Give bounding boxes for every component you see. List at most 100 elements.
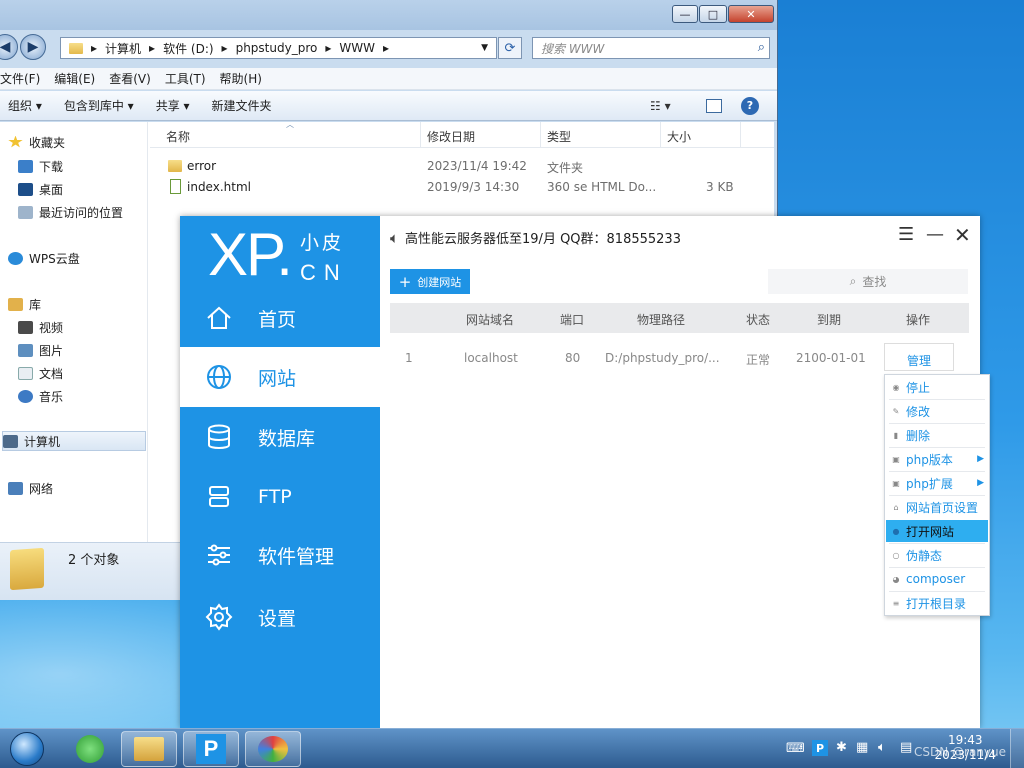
nav-computer[interactable]: 计算机 <box>2 431 146 451</box>
menu-item-composer[interactable]: ◕ composer <box>886 568 988 590</box>
preview-pane-icon[interactable] <box>706 98 722 113</box>
row-expire: 2100-01-01 <box>796 351 866 365</box>
explorer-titlebar: — □ ✕ <box>0 0 777 30</box>
dropdown-arrow-icon[interactable]: ▼ <box>481 43 488 53</box>
row-port: 80 <box>565 351 581 365</box>
search-input[interactable]: 搜索 WWW ⌕ <box>532 37 770 59</box>
menu-view[interactable]: 查看(V) <box>109 70 151 87</box>
phpstudy-tray-icon[interactable]: P <box>812 740 828 756</box>
breadcrumb-computer[interactable]: 计算机 <box>105 40 141 57</box>
menu-file[interactable]: 文件(F) <box>0 70 40 87</box>
sidebar-item-software[interactable]: 软件管理 <box>180 525 380 585</box>
file-row-index[interactable]: index.html 2019/9/3 14:30 360 se HTML Do… <box>150 178 750 198</box>
breadcrumb-phpstudy[interactable]: phpstudy_pro <box>236 41 318 55</box>
sidebar-item-website[interactable]: 网站 <box>180 347 380 407</box>
close-icon[interactable]: ✕ <box>954 225 971 245</box>
back-button[interactable]: ◀ <box>0 34 18 60</box>
nav-libraries[interactable]: 库 <box>8 294 41 314</box>
desktop-icon <box>18 182 33 196</box>
nav-downloads[interactable]: 下载 <box>18 156 63 176</box>
menu-edit[interactable]: 编辑(E) <box>54 70 95 87</box>
refresh-icon[interactable]: ⟳ <box>498 37 522 59</box>
menu-tools[interactable]: 工具(T) <box>165 70 206 87</box>
taskbar-app-browser[interactable] <box>62 731 118 767</box>
notice-banner[interactable]: 🔈︎ 高性能云服务器低至19/月 QQ群：818555233 <box>390 228 681 248</box>
bluetooth-icon[interactable]: ✱ <box>836 740 847 755</box>
menu-help[interactable]: 帮助(H) <box>220 70 262 87</box>
nav-music[interactable]: 音乐 <box>18 386 63 406</box>
item-count: 2 个对象 <box>68 553 120 568</box>
table-row[interactable]: 1 localhost 80 D:/phpstudy_pro/... 正常 21… <box>390 343 969 375</box>
menu-item-homepage-settings[interactable]: ⌂ 网站首页设置 <box>886 496 988 518</box>
menu-item-php-version[interactable]: ▣ php版本 ▶ <box>886 448 988 470</box>
nav-documents[interactable]: 文档 <box>18 363 63 383</box>
file-date: 2019/9/3 14:30 <box>427 180 520 194</box>
sidebar-item-database[interactable]: 数据库 <box>180 407 380 467</box>
site-table-header: 网站域名 端口 物理路径 状态 到期 操作 <box>390 303 969 333</box>
share-button[interactable]: 共享 ▾ <box>148 97 198 114</box>
nav-pictures[interactable]: 图片 <box>18 340 63 360</box>
maximize-button[interactable]: □ <box>699 5 727 23</box>
breadcrumb-drive[interactable]: 软件 (D:) <box>163 40 213 57</box>
navigation-pane: 收藏夹 下载 桌面 最近访问的位置 WPS云盘 库 视频 图片 文档 音乐 计算… <box>0 122 148 542</box>
th-path: 物理路径 <box>637 313 686 327</box>
col-date[interactable]: 修改日期 <box>427 128 475 145</box>
database-icon <box>180 423 258 451</box>
view-options-icon[interactable]: ☷ ▾ <box>650 99 671 113</box>
file-name: index.html <box>187 180 251 194</box>
nav-wps[interactable]: WPS云盘 <box>8 248 80 268</box>
sort-arrow-icon: ︿ <box>286 120 294 129</box>
show-desktop-button[interactable] <box>1010 729 1024 768</box>
menu-icon[interactable]: ☰ <box>898 226 914 244</box>
folder-icon <box>168 160 182 172</box>
browser-icon <box>76 735 104 763</box>
composer-icon: ◕ <box>892 574 900 584</box>
folder-icon <box>10 547 44 591</box>
manage-button[interactable]: 管理 <box>884 343 954 371</box>
start-button[interactable] <box>4 729 50 768</box>
forward-button[interactable]: ▶ <box>20 34 46 60</box>
sidebar-item-home[interactable]: 首页 <box>180 288 380 348</box>
sidebar-item-settings[interactable]: 设置 <box>180 587 380 647</box>
nav-desktop[interactable]: 桌面 <box>18 179 63 199</box>
home-icon: ⌂ <box>893 502 899 512</box>
network-tray-icon[interactable]: ▦ <box>856 740 868 755</box>
menu-item-rewrite[interactable]: ○ 伪静态 <box>886 544 988 566</box>
ime-icon[interactable]: ▤ <box>900 740 912 755</box>
submenu-arrow-icon: ▶ <box>977 478 984 488</box>
nav-network[interactable]: 网络 <box>8 478 53 498</box>
site-search-input[interactable]: ⌕ 查找 <box>768 269 968 294</box>
nav-videos[interactable]: 视频 <box>18 317 63 337</box>
sidebar-item-ftp[interactable]: FTP <box>180 467 380 527</box>
volume-icon[interactable]: 🔈︎ <box>878 740 886 755</box>
create-website-button[interactable]: + 创建网站 <box>390 269 470 294</box>
minimize-button[interactable]: — <box>672 5 698 23</box>
include-library-button[interactable]: 包含到库中 ▾ <box>56 97 142 114</box>
menu-bar: 文件(F) 编辑(E) 查看(V) 工具(T) 帮助(H) <box>0 68 777 90</box>
col-name[interactable]: 名称 <box>166 128 190 145</box>
menu-item-php-extension[interactable]: ▣ php扩展 ▶ <box>886 472 988 494</box>
address-bar[interactable]: ▸ 计算机 ▸ 软件 (D:) ▸ phpstudy_pro ▸ WWW ▸ ▼ <box>60 37 497 59</box>
minimize-icon[interactable]: — <box>926 226 944 244</box>
nav-recent[interactable]: 最近访问的位置 <box>18 202 123 222</box>
taskbar-app-paint[interactable] <box>245 731 301 767</box>
menu-item-open-root[interactable]: ≡ 打开根目录 <box>886 592 988 614</box>
col-size[interactable]: 大小 <box>667 128 691 145</box>
new-folder-button[interactable]: 新建文件夹 <box>204 97 280 114</box>
breadcrumb-www[interactable]: WWW <box>339 41 375 55</box>
menu-item-stop[interactable]: ◉ 停止 <box>886 376 988 398</box>
keyboard-icon[interactable]: ⌨ <box>786 741 805 756</box>
file-row-error[interactable]: error 2023/11/4 19:42 文件夹 <box>150 157 750 177</box>
organize-button[interactable]: 组织 ▾ <box>0 97 50 114</box>
menu-item-delete[interactable]: ▮ 删除 <box>886 424 988 446</box>
menu-item-open-website[interactable]: ● 打开网站 <box>886 520 988 542</box>
taskbar-app-phpstudy[interactable]: P <box>183 731 239 767</box>
col-type[interactable]: 类型 <box>547 128 571 145</box>
computer-icon <box>3 434 18 448</box>
taskbar-app-explorer[interactable] <box>121 731 177 767</box>
nav-favorites[interactable]: 收藏夹 <box>8 132 65 152</box>
file-type: 文件夹 <box>547 161 584 175</box>
help-icon[interactable]: ? <box>741 96 759 115</box>
menu-item-edit[interactable]: ✎ 修改 <box>886 400 988 422</box>
close-button[interactable]: ✕ <box>728 5 774 23</box>
